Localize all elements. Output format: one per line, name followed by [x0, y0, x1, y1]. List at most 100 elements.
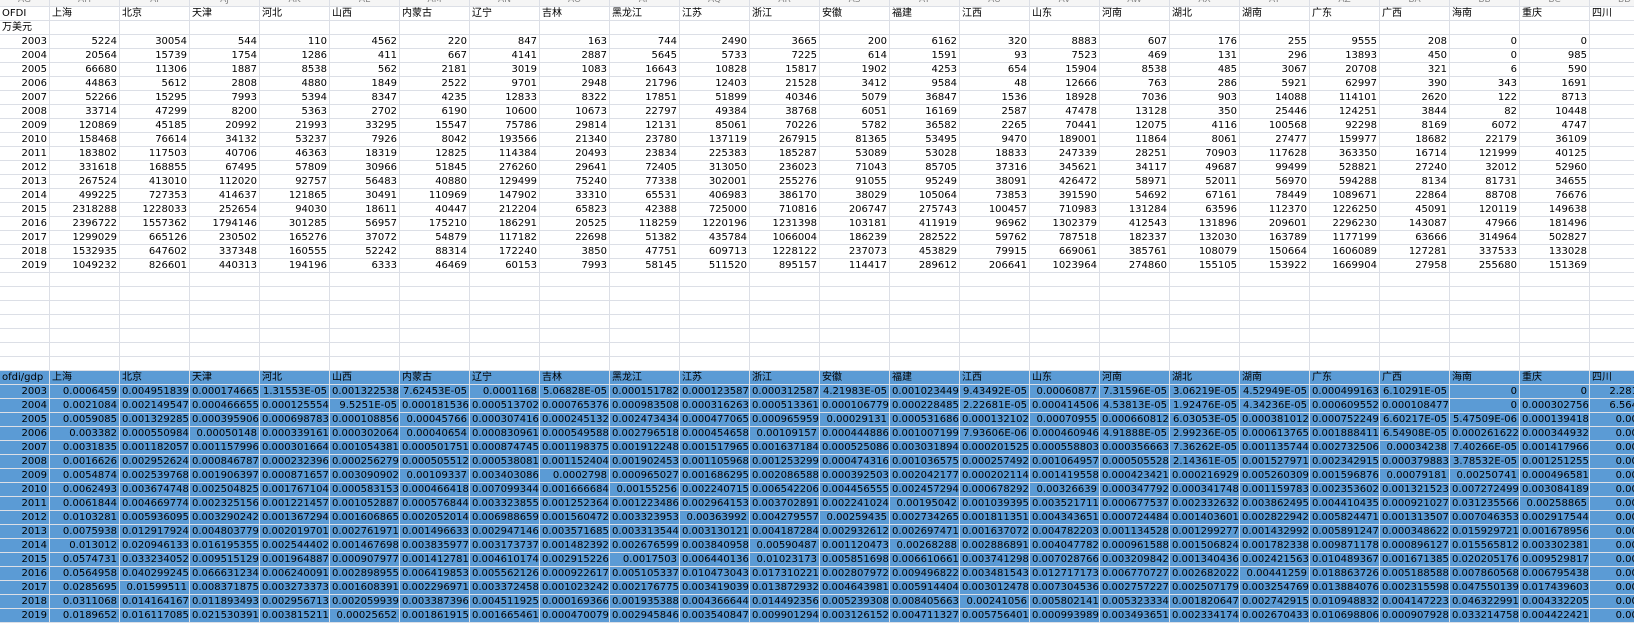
ofdi-value-cell[interactable]: 6333 [330, 259, 400, 273]
ratio-value-cell[interactable]: 0.001159783 [1240, 483, 1310, 497]
ofdi-value-cell[interactable]: 71043 [820, 161, 890, 175]
ofdi-value-cell[interactable]: 225383 [680, 147, 750, 161]
ratio-value-cell[interactable]: 0.001820647 [1170, 595, 1240, 609]
empty-cell[interactable] [1170, 329, 1240, 343]
ofdi-value-cell[interactable]: 127281 [1380, 245, 1450, 259]
ofdi-value-cell[interactable]: 20992 [190, 119, 260, 133]
empty-cell[interactable] [1100, 343, 1170, 357]
ratio-value-cell[interactable]: 0.00045766 [400, 413, 470, 427]
spreadsheet-grid[interactable]: AG AH AI AJ AK AL AM AN AO AP AQ AR AS AT AU AV AW AX AY AZ… [0, 0, 1634, 636]
empty-cell[interactable] [1590, 21, 1634, 35]
empty-cell[interactable] [680, 329, 750, 343]
ofdi-value-cell[interactable]: 255276 [750, 175, 820, 189]
ratio-value-cell[interactable]: 0.007304536 [1030, 581, 1100, 595]
ratio-value-cell[interactable]: 0.004332205 [1520, 595, 1590, 609]
ofdi-value-cell[interactable]: 163 [540, 35, 610, 49]
ofdi-value-cell[interactable]: 453829 [890, 245, 960, 259]
empty-cell[interactable] [890, 329, 960, 343]
ratio-value-cell[interactable]: 0.033234052 [120, 553, 190, 567]
ratio-value-cell[interactable]: 0.001105968 [680, 455, 750, 469]
ratio-value-cell[interactable]: 0.001135744 [1240, 441, 1310, 455]
ratio-value-cell[interactable]: 0.002052014 [400, 511, 470, 525]
ratio-value-cell[interactable]: 0.006610661 [890, 553, 960, 567]
empty-cell[interactable] [1520, 329, 1590, 343]
ofdi-value-cell[interactable]: 274860 [1100, 259, 1170, 273]
ratio-value-cell[interactable]: 0.001767104 [260, 483, 330, 497]
empty-cell[interactable] [1310, 329, 1380, 343]
ratio-value-cell[interactable]: 0.004782203 [1030, 525, 1100, 539]
ratio-value-cell[interactable]: 0.002697471 [890, 525, 960, 539]
year-cell[interactable]: 2014 [0, 539, 50, 553]
empty-cell[interactable] [190, 301, 260, 315]
ratio-value-cell[interactable]: 0.001221457 [260, 497, 330, 511]
ofdi-value-cell[interactable]: 88708 [1450, 189, 1520, 203]
ratio-value-cell[interactable]: 0.000392503 [820, 469, 890, 483]
ratio-value-cell[interactable]: 0.000201525 [960, 441, 1030, 455]
province-header[interactable]: 重庆 [1520, 371, 1590, 385]
empty-cell[interactable] [1450, 273, 1520, 287]
ratio-value-cell[interactable]: 0.015565812 [1450, 539, 1520, 553]
empty-cell[interactable] [960, 273, 1030, 287]
ratio-value-cell[interactable]: 0.003254769 [1240, 581, 1310, 595]
ofdi-value-cell[interactable]: 237073 [820, 245, 890, 259]
ofdi-value-cell[interactable]: 57809 [260, 161, 330, 175]
ofdi-value-cell[interactable]: 15547 [400, 119, 470, 133]
province-header[interactable]: 吉林 [540, 371, 610, 385]
empty-cell[interactable] [610, 287, 680, 301]
ofdi-value-cell[interactable]: 185287 [750, 147, 820, 161]
ratio-value-cell[interactable]: 0.000181536 [400, 399, 470, 413]
ratio-value-cell[interactable]: 0.00250741 [1450, 469, 1520, 483]
ofdi-value-cell[interactable]: 52242 [330, 245, 400, 259]
ofdi-value-cell[interactable]: 100568 [1240, 119, 1310, 133]
empty-cell[interactable] [260, 287, 330, 301]
column-letter[interactable]: AG [0, 0, 50, 7]
ratio-value-cell[interactable]: 0.0062493 [50, 483, 120, 497]
ofdi-value-cell[interactable]: 122 [1450, 91, 1520, 105]
ratio-value-cell[interactable]: 0.015929721 [1450, 525, 1520, 539]
ofdi-value-cell[interactable]: 110 [260, 35, 330, 49]
empty-cell[interactable] [680, 21, 750, 35]
ratio-value-cell[interactable]: 1.92476E-05 [1170, 399, 1240, 413]
province-header[interactable]: 广东 [1310, 7, 1380, 21]
empty-cell[interactable] [1240, 329, 1310, 343]
empty-cell[interactable] [610, 343, 680, 357]
ofdi-value-cell[interactable]: 20564 [50, 49, 120, 63]
ofdi-value-cell[interactable]: 7036 [1100, 91, 1170, 105]
ofdi-value-cell[interactable]: 2396722 [50, 217, 120, 231]
ofdi-value-cell[interactable]: 96962 [960, 217, 1030, 231]
ratio-value-cell[interactable]: 0.002807972 [820, 567, 890, 581]
ratio-value-cell[interactable]: 0.021530391 [190, 609, 260, 623]
empty-cell[interactable] [0, 343, 50, 357]
empty-cell[interactable] [50, 301, 120, 315]
ofdi-value-cell[interactable]: 3412 [820, 77, 890, 91]
ofdi-value-cell[interactable]: 27477 [1240, 133, 1310, 147]
ratio-value-cell[interactable]: 0.003493651 [1100, 609, 1170, 623]
ofdi-value-cell[interactable]: 763 [1100, 77, 1170, 91]
ofdi-value-cell[interactable]: 7926 [330, 133, 400, 147]
ofdi-value-cell[interactable]: 255 [1240, 35, 1310, 49]
ofdi-value-cell[interactable]: 65823 [540, 203, 610, 217]
ratio-value-cell[interactable]: 0.003031894 [890, 441, 960, 455]
ratio-value-cell[interactable]: 4.91888E-05 [1100, 427, 1170, 441]
column-letter[interactable]: AY [1240, 0, 1310, 7]
empty-cell[interactable] [1520, 301, 1590, 315]
ratio-value-cell[interactable]: 0.004803779 [190, 525, 260, 539]
ratio-value-cell[interactable]: 0.011893493 [190, 595, 260, 609]
ofdi-value-cell[interactable]: 16169 [890, 105, 960, 119]
ofdi-value-cell[interactable]: 985 [1520, 49, 1590, 63]
ratio-value-cell[interactable]: 0.002742915 [1240, 595, 1310, 609]
empty-cell[interactable] [750, 343, 820, 357]
empty-cell[interactable] [680, 357, 750, 371]
empty-cell[interactable] [190, 21, 260, 35]
ofdi-value-cell[interactable]: 208 [1380, 35, 1450, 49]
ratio-value-cell[interactable]: 0.002176775 [610, 581, 680, 595]
empty-cell[interactable] [750, 315, 820, 329]
ofdi-value-cell[interactable]: 5782 [820, 119, 890, 133]
year-cell[interactable]: 2005 [0, 413, 50, 427]
ofdi-value-cell[interactable]: 56957 [330, 217, 400, 231]
empty-cell[interactable] [400, 315, 470, 329]
ratio-value-cell[interactable]: 6.56474E [1590, 399, 1634, 413]
year-cell[interactable]: 2008 [0, 455, 50, 469]
ofdi-value-cell[interactable]: 1536 [960, 91, 1030, 105]
ofdi-value-cell[interactable]: 175210 [400, 217, 470, 231]
